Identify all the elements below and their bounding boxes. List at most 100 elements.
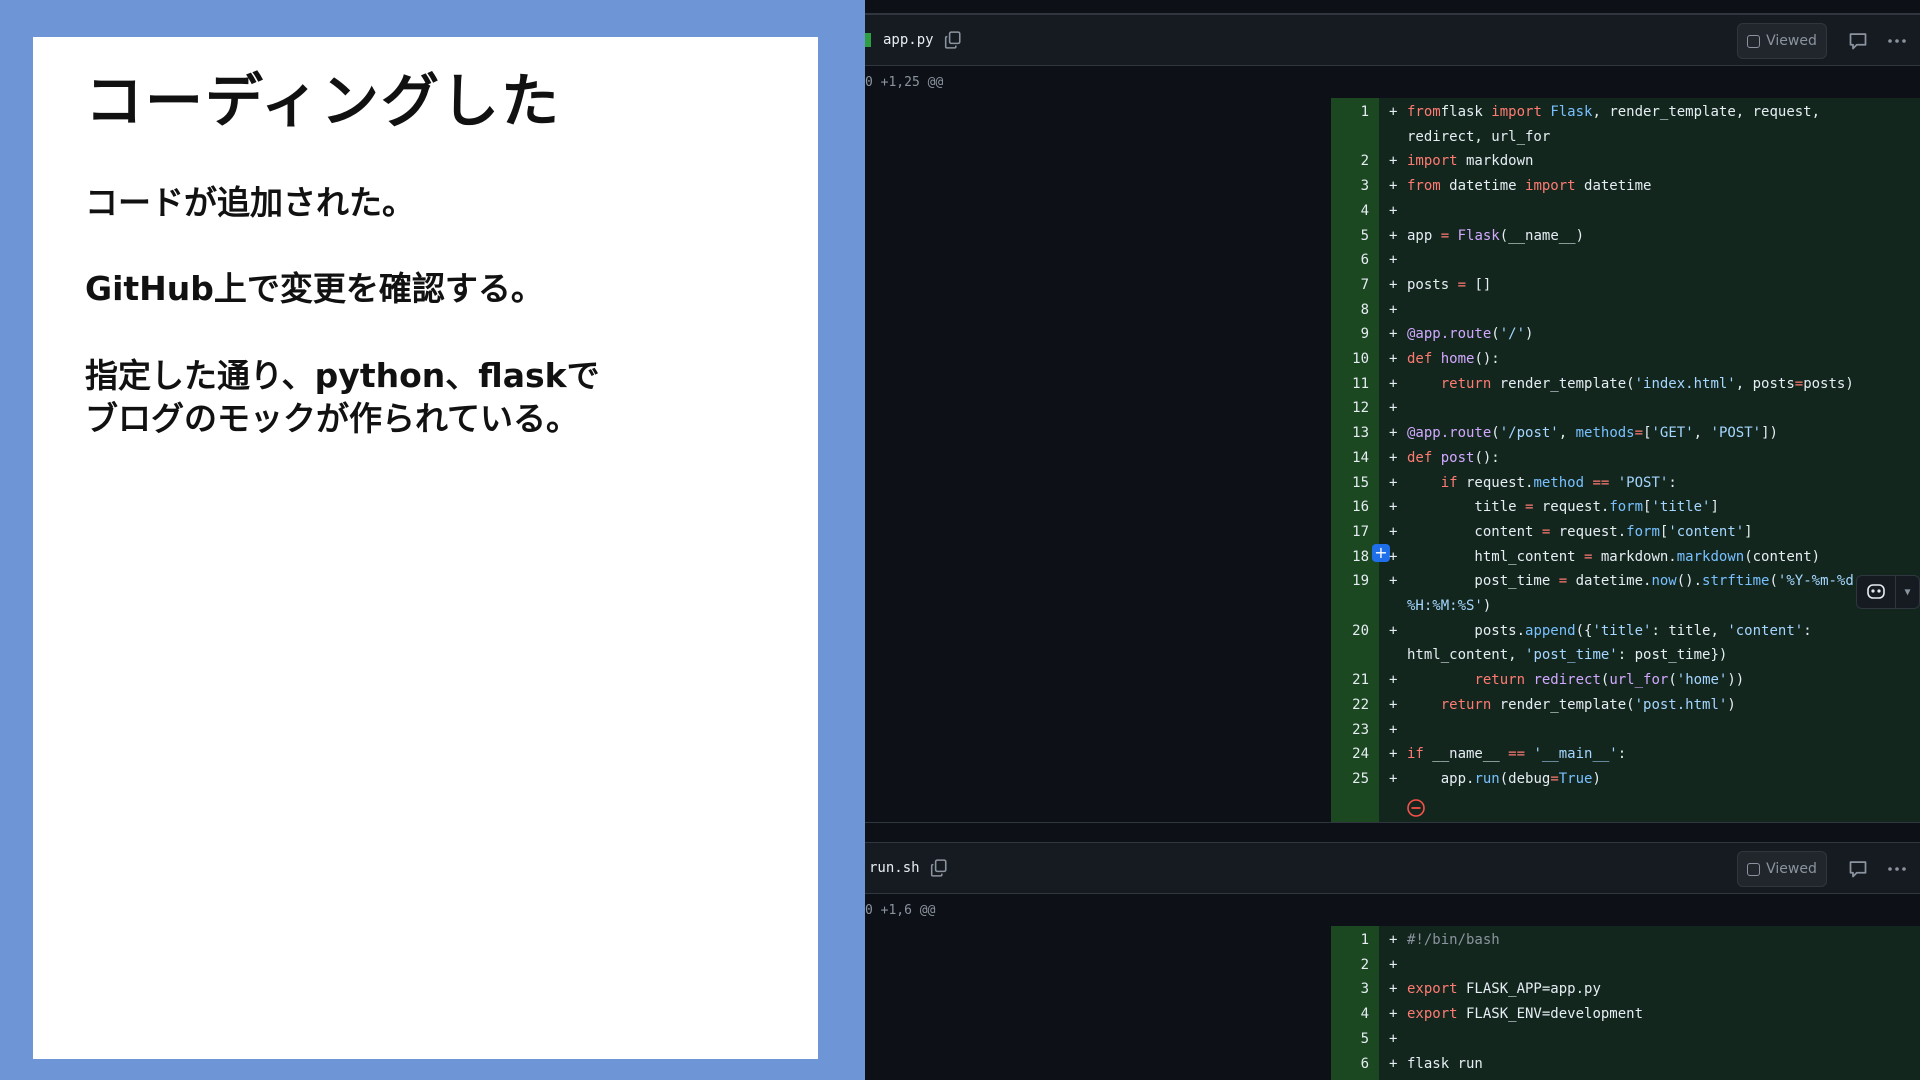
line-number[interactable]: 21 [1331,668,1369,693]
code-token: , [1693,425,1711,442]
file-name[interactable]: app.py [883,32,934,48]
line-number[interactable]: 5 [1331,224,1369,249]
code-token: 'index.html' [1634,375,1736,392]
code-text: fromflask import Flask, render_template,… [1407,100,1820,125]
code-token: Flask [1550,104,1593,120]
line-number[interactable]: 19 [1331,569,1369,594]
viewed-toggle[interactable]: Viewed [1737,23,1827,59]
line-number[interactable]: 9 [1331,322,1369,347]
kebab-horizontal-icon[interactable] [1886,859,1908,879]
code-token: ({ [1575,622,1593,639]
line-number[interactable]: 17 [1331,520,1369,545]
code-token: FLASK_APP=app.py [1457,981,1601,998]
code-token: , [1558,425,1576,442]
line-number[interactable]: 13 [1331,421,1369,446]
addition-marker: + [1389,474,1398,491]
code-token: post_time [1407,573,1559,590]
line-number[interactable]: 6 [1331,1052,1369,1077]
comment-icon[interactable] [1848,859,1868,879]
line-number[interactable]: 12 [1331,396,1369,421]
code-token: title [1407,499,1526,516]
line-number[interactable]: 4 [1331,1002,1369,1027]
file-name[interactable]: run.sh [869,860,920,876]
slide-text-line: 指定した通り、python、flaskで [85,356,600,396]
code-text: app = Flask(__name__) [1407,224,1584,249]
code-token: [] [1466,276,1492,293]
code-token: if [1440,474,1458,491]
no-entry-icon [1406,798,1426,818]
addition-marker: + [1389,1055,1398,1072]
code-token: posts. [1407,622,1526,639]
viewed-checkbox[interactable] [1747,34,1761,48]
code-text: @app.route('/post', methods=['GET', 'POS… [1407,421,1778,446]
diff-line: 9 + @app.route('/') [1331,322,1920,347]
github-diff-panel: app.py Viewed 0 +1,25 @@ + ▼ 1 + fromflask… [865,0,1920,1080]
slide-text-line: ブログのモックが作られている。 [85,399,580,439]
line-number[interactable]: 15 [1331,471,1369,496]
line-number[interactable]: 24 [1331,742,1369,767]
line-number[interactable]: 1 [1331,928,1369,953]
code-token: datetime [1440,178,1526,195]
line-number[interactable]: 14 [1331,446,1369,471]
line-number[interactable]: 18 [1331,545,1369,570]
code-token: form [1609,499,1644,516]
line-number[interactable]: 20 [1331,619,1369,644]
code-token: '%Y-%m-%d [1777,573,1854,590]
slide-paragraph: コードが追加された。 [85,182,766,225]
line-number[interactable]: 23 [1331,718,1369,743]
code-token: ) [1482,598,1492,614]
comment-icon[interactable] [1848,31,1868,51]
line-number[interactable]: 2 [1331,149,1369,174]
code-text: return render_template('index.html', pos… [1407,372,1854,397]
code-token: [ [1643,425,1652,442]
code-token: 'post.html' [1634,696,1728,713]
diff-line: 7 + posts = [] [1331,273,1920,298]
diff-line: 15 + if request.method == 'POST': [1331,471,1920,496]
diff-line: 2 + import markdown [1331,149,1920,174]
addition-marker: + [1389,252,1398,269]
hunk-header-text: 0 +1,25 @@ [865,74,944,90]
line-number[interactable]: 11 [1331,372,1369,397]
code-text: def post(): [1407,446,1500,471]
code-token: : [1803,622,1812,639]
line-number[interactable]: 22 [1331,693,1369,718]
hunk-header: 0 +1,6 @@ [865,894,1920,926]
line-number[interactable]: 10 [1331,347,1369,372]
code-text: posts = [] [1407,273,1491,298]
line-number[interactable]: 7 [1331,273,1369,298]
line-number[interactable]: 2 [1331,953,1369,978]
code-token: ) [1727,696,1736,713]
viewed-toggle[interactable]: Viewed [1737,851,1827,887]
addition-marker: + [1389,351,1398,367]
kebab-horizontal-icon[interactable] [1886,31,1908,51]
line-number[interactable]: 16 [1331,495,1369,520]
line-number[interactable]: 5 [1331,1027,1369,1052]
viewed-checkbox[interactable] [1747,862,1761,876]
addition-marker: + [1389,981,1398,998]
code-token: content [1407,523,1542,540]
code-token: , posts [1735,375,1795,392]
line-number[interactable]: 4 [1331,199,1369,224]
line-number[interactable]: 8 [1331,298,1369,323]
code-token: ) [1592,770,1601,787]
diff-line: 10 + def home(): [1331,347,1920,372]
diff-line: 11 + return render_template('index.html',… [1331,372,1920,397]
line-number[interactable]: 6 [1331,248,1369,273]
code-token: return [1440,696,1492,713]
code-token: methods [1575,425,1635,442]
copy-icon[interactable] [930,859,948,877]
code-token: 'POST' [1617,474,1669,491]
copy-icon[interactable] [944,31,962,49]
code-text: content = request.form['content'] [1407,520,1752,545]
line-number[interactable]: 3 [1331,977,1369,1002]
code-token: run [1474,770,1500,787]
line-number[interactable]: 3 [1331,174,1369,199]
code-token: ( [1491,326,1500,343]
code-token: request. [1550,523,1627,540]
top-border [865,0,1920,14]
line-number[interactable]: 1 [1331,100,1369,125]
code-token: '/' [1499,326,1526,343]
line-number[interactable]: 25 [1331,767,1369,792]
